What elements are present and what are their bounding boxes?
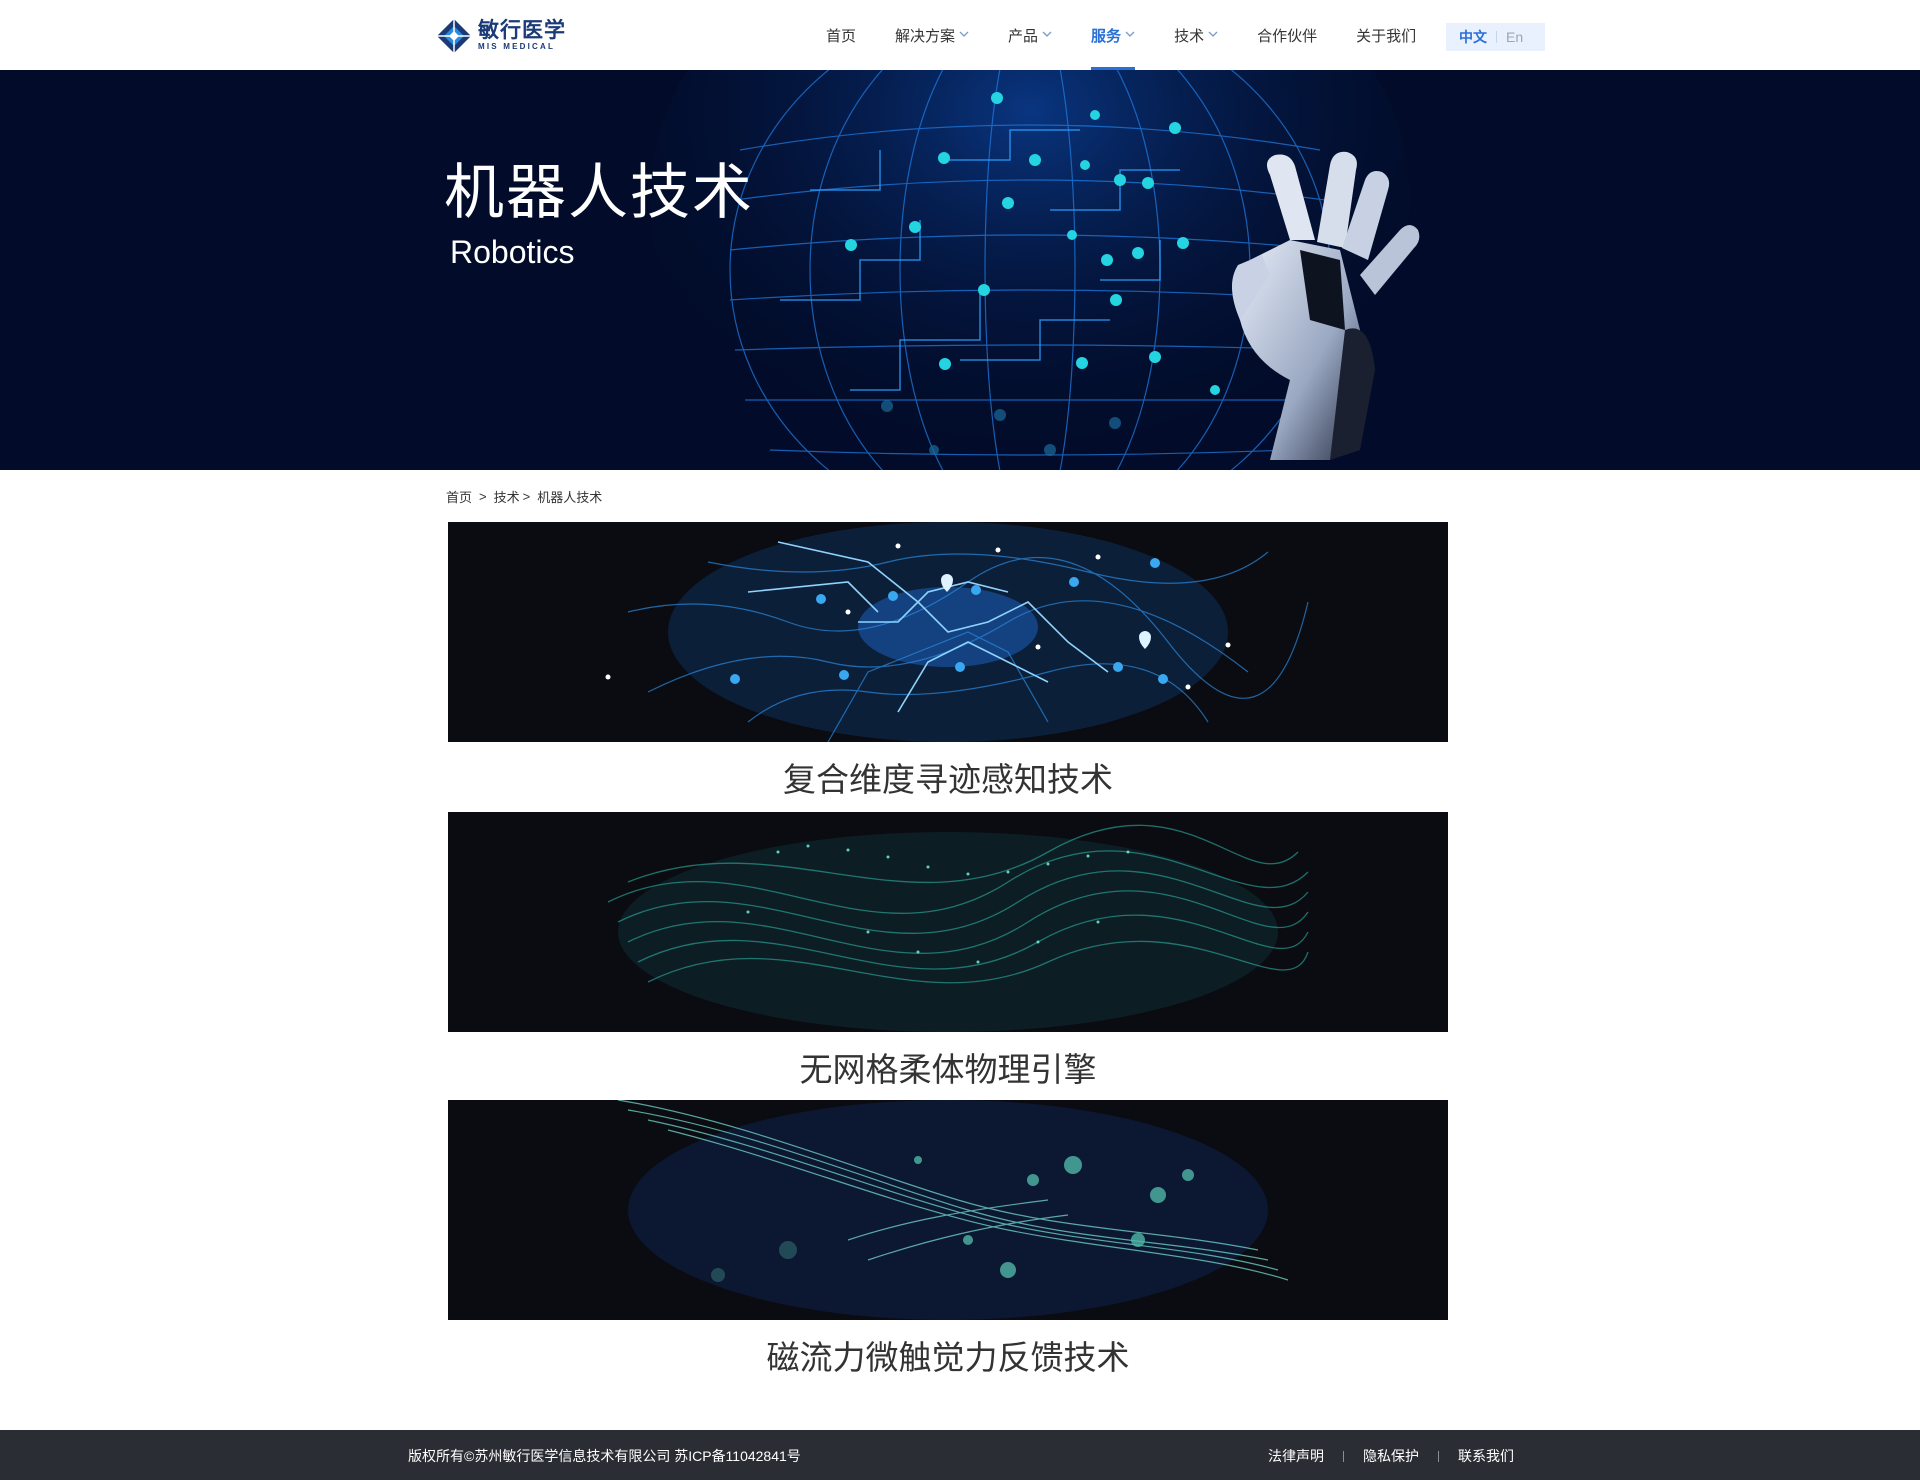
tech-card-haptic-feedback[interactable]: 磁流力微触觉力反馈技术 [448, 1100, 1448, 1380]
breadcrumb-technology[interactable]: 技术 [494, 487, 520, 506]
breadcrumb: 首页 > 技术 > 机器人技术 [446, 487, 602, 506]
nav-item-partners[interactable]: 合作伙伴 [1257, 0, 1317, 70]
tech-card-title: 复合维度寻迹感知技术 [783, 761, 1113, 798]
hero-background-art [0, 70, 1920, 470]
tech-card-tracking[interactable]: 复合维度寻迹感知技术 [448, 522, 1448, 802]
footer-divider [1343, 1450, 1344, 1462]
site-footer: 版权所有©苏州敏行医学信息技术有限公司 苏ICP备11042841号 法律声明 … [0, 1430, 1920, 1480]
footer-divider [1438, 1450, 1439, 1462]
hero-banner: 机器人技术 Robotics [0, 70, 1920, 470]
logo-name-en: MIS MEDICAL [478, 42, 556, 51]
banner-title: 机器人技术 [444, 159, 754, 226]
footer-links: 法律声明 隐私保护 联系我们 [1268, 1446, 1514, 1466]
nav-item-home[interactable]: 首页 [826, 0, 856, 70]
particle-stream-illustration [448, 1100, 1448, 1320]
footer-link-privacy[interactable]: 隐私保护 [1363, 1446, 1419, 1466]
language-switch: 中文 En [1446, 23, 1545, 51]
site-logo[interactable]: 敏行医学 MIS MEDICAL [437, 19, 566, 53]
nav-label: 合作伙伴 [1257, 27, 1318, 45]
tech-card-physics-engine[interactable]: 无网格柔体物理引擎 [448, 812, 1448, 1092]
breadcrumb-current: 机器人技术 [537, 490, 603, 505]
chevron-down-icon [959, 31, 969, 37]
footer-copyright: 版权所有©苏州敏行医学信息技术有限公司 苏ICP备11042841号 [408, 1448, 801, 1464]
footer-link-legal[interactable]: 法律声明 [1268, 1446, 1324, 1466]
lang-en-option[interactable]: En [1506, 29, 1523, 45]
nav-item-technology[interactable]: 技术 [1174, 0, 1218, 70]
site-header: 敏行医学 MIS MEDICAL 首页 解决方案 产品 服务 技术 合作伙伴 关… [0, 0, 1920, 70]
chevron-down-icon [1208, 31, 1218, 37]
nav-label: 服务 [1091, 27, 1122, 45]
tech-card-title: 磁流力微触觉力反馈技术 [766, 1339, 1130, 1376]
tech-card-title: 无网格柔体物理引擎 [799, 1051, 1097, 1088]
chevron-down-icon [1042, 31, 1052, 37]
particle-wave-illustration [448, 812, 1448, 1032]
map-network-illustration [448, 522, 1448, 742]
nav-item-services[interactable]: 服务 [1091, 0, 1136, 70]
chevron-down-icon [1125, 31, 1135, 37]
nav-item-solutions[interactable]: 解决方案 [895, 0, 969, 70]
breadcrumb-separator: > [479, 489, 487, 504]
breadcrumb-separator: > [522, 489, 531, 504]
nav-label: 产品 [1008, 27, 1039, 45]
main-nav: 首页 解决方案 产品 服务 技术 合作伙伴 关于我们 [826, 0, 1416, 70]
nav-item-about[interactable]: 关于我们 [1356, 0, 1416, 70]
nav-label: 首页 [826, 27, 857, 45]
lang-cn-option[interactable]: 中文 [1459, 27, 1487, 47]
nav-label: 关于我们 [1356, 27, 1417, 45]
footer-link-contact[interactable]: 联系我们 [1458, 1446, 1514, 1466]
tech-card-image [448, 1100, 1448, 1320]
logo-mark-icon [437, 19, 471, 53]
nav-item-products[interactable]: 产品 [1008, 0, 1052, 70]
lang-divider [1496, 31, 1497, 43]
tech-card-image [448, 522, 1448, 742]
nav-label: 技术 [1174, 27, 1205, 45]
breadcrumb-home[interactable]: 首页 [446, 487, 472, 506]
tech-card-image [448, 812, 1448, 1032]
nav-label: 解决方案 [895, 27, 956, 45]
banner-subtitle: Robotics [450, 234, 575, 270]
logo-name-cn: 敏行医学 [478, 19, 566, 42]
